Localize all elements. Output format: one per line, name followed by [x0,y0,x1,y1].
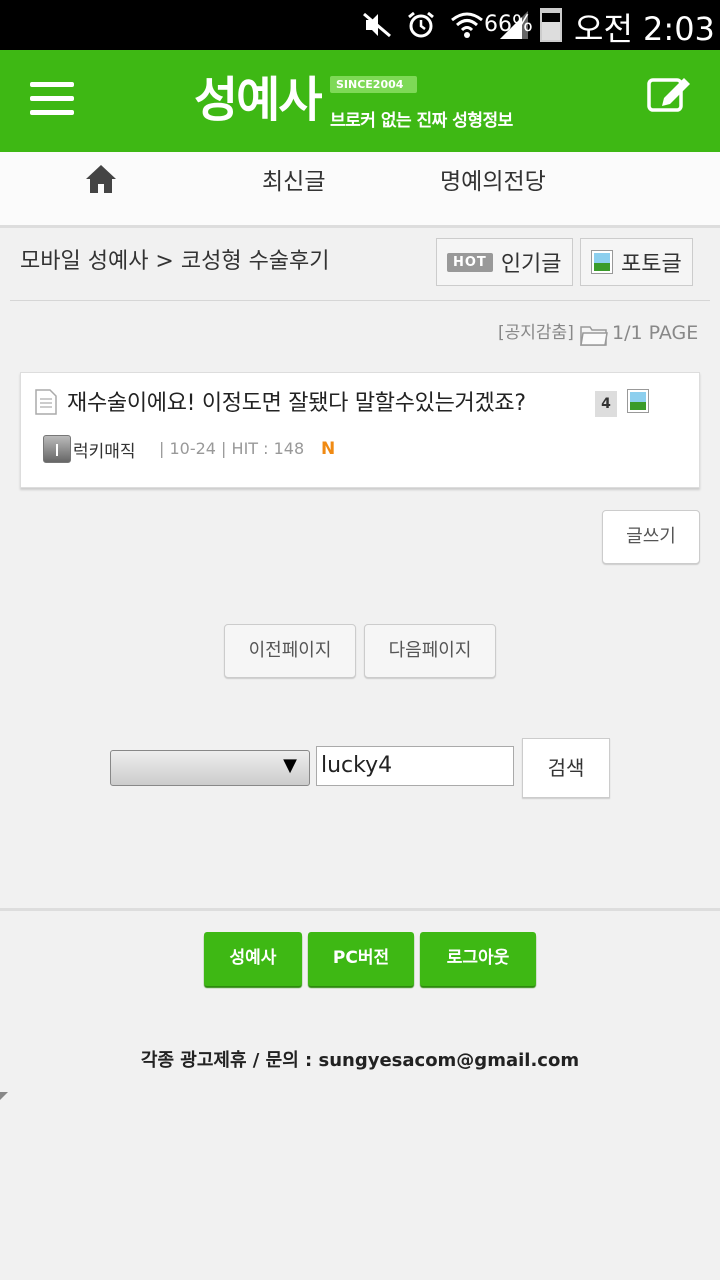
alarm-icon [408,11,434,38]
search-input[interactable]: lucky4 [316,746,514,786]
avatar [43,435,71,463]
main-nav: 최신글 명예의전당 [0,152,720,228]
image-icon [627,389,649,413]
document-icon [35,389,57,415]
comment-count: 4 [595,391,617,417]
logo-text: 성예사 [194,72,322,128]
contact-info: 각종 광고제휴 / 문의 : sungyesacom@gmail.com [140,1050,580,1071]
home-link-button[interactable]: 성예사 [204,932,302,986]
nav-hall-of-fame[interactable]: 명예의전당 [440,152,546,228]
search-type-select[interactable]: ▼ [110,750,310,786]
battery-percent: 66% [484,12,533,37]
prev-page-button[interactable]: 이전페이지 [224,624,356,678]
hot-badge: HOT [447,252,493,272]
home-icon[interactable] [84,162,118,196]
logout-button[interactable]: 로그아웃 [420,932,536,986]
new-badge: N [321,439,336,459]
corner-mark [0,1092,8,1100]
popular-filter-button[interactable]: HOT 인기글 [436,238,573,286]
site-logo[interactable]: 성예사 SINCE2004 브로커 없는 진짜 성형정보 [194,72,534,136]
menu-button[interactable] [30,82,74,116]
write-icon[interactable] [646,74,692,114]
folder-icon [580,326,608,346]
pc-version-button[interactable]: PC버전 [308,932,414,986]
wifi-icon [451,12,483,38]
divider [10,300,710,301]
breadcrumb: 모바일 성예사 > 코성형 수술후기 [20,249,330,274]
hide-notice-link[interactable]: [공지감춤] [498,318,574,343]
battery-icon [540,8,562,42]
search-button[interactable]: 검색 [522,738,610,798]
status-bar: 66% 오전 2:03 [0,0,720,50]
clock: 오전 2:03 [574,10,715,48]
app-header: 성예사 SINCE2004 브로커 없는 진짜 성형정보 [0,50,720,152]
page-indicator: 1/1 PAGE [612,322,699,344]
dropdown-arrow-icon: ▼ [283,755,297,776]
photo-filter-button[interactable]: 포토글 [580,238,693,286]
image-icon [591,250,613,274]
tagline: 브로커 없는 진짜 성형정보 [330,111,513,131]
photo-label: 포토글 [621,252,682,277]
next-page-button[interactable]: 다음페이지 [364,624,496,678]
write-button[interactable]: 글쓰기 [602,510,700,564]
since-badge: SINCE2004 [330,76,418,93]
footer-divider [0,908,720,911]
post-list-item[interactable]: 재수술이에요! 이정도면 잘됐다 말할수있는거겠죠? 4 럭키매직 | 10-2… [20,372,700,488]
post-title[interactable]: 재수술이에요! 이정도면 잘됐다 말할수있는거겠죠? [67,385,526,417]
post-author[interactable]: 럭키매직 [73,437,136,462]
mute-icon [363,12,391,38]
popular-label: 인기글 [500,252,562,277]
nav-latest[interactable]: 최신글 [262,152,325,228]
post-meta: | 10-24 | HIT : 148 [159,439,305,458]
